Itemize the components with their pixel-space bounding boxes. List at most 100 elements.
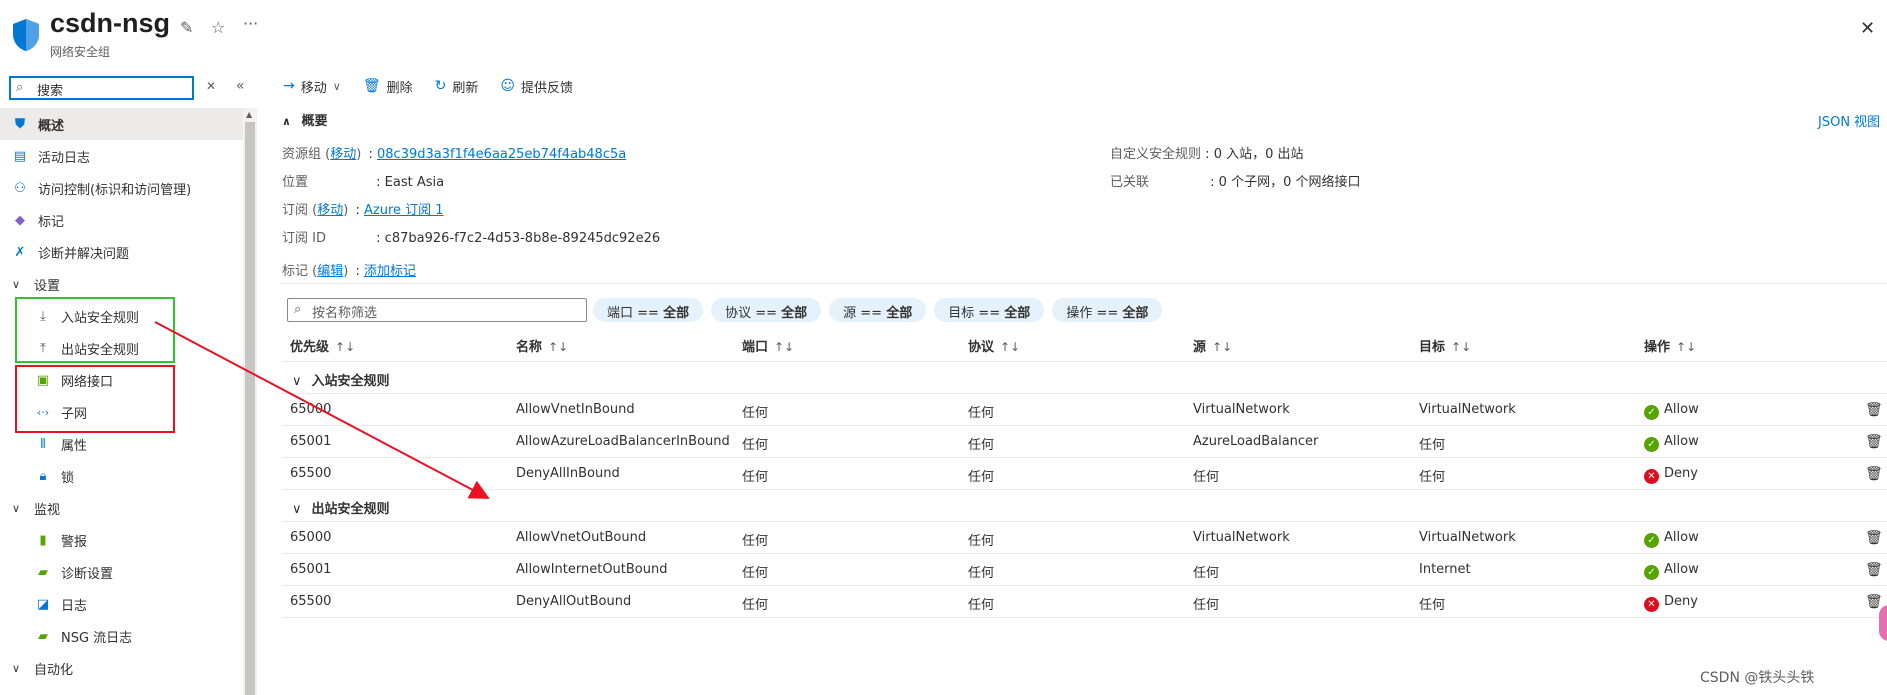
sub-move-link[interactable]: 移动 (317, 203, 343, 218)
table-row[interactable]: 65001 AllowAzureLoadBalancerInBound 任何 任… (282, 426, 1887, 458)
action-filter-pill[interactable]: 操作 == 全部 (1052, 298, 1163, 322)
port-filter-pill[interactable]: 端口 == 全部 (593, 298, 704, 322)
sidebar-item-label: 概述 (38, 118, 65, 134)
prop-key: 订阅 (282, 203, 309, 218)
trash-icon[interactable]: 🗑︎ (1865, 466, 1883, 482)
cell-port: 任何 (742, 598, 769, 613)
table-row[interactable]: 65500 DenyAllOutBound 任何 任何 任何 任何 ✕ Deny … (282, 586, 1887, 618)
destination-filter-pill[interactable]: 目标 == 全部 (934, 298, 1045, 322)
cell-protocol: 任何 (968, 406, 995, 421)
sidebar-item-alerts[interactable]: ▮ 警报 (0, 524, 243, 556)
cell-name: AllowVnetOutBound (516, 530, 647, 545)
sidebar-item-activity-log[interactable]: ▤ 活动日志 (0, 140, 243, 172)
watermark: CSDN @铁头头铁 (1700, 670, 1815, 686)
sidebar-item-diagnose[interactable]: ✗ 诊断并解决问题 (0, 236, 243, 268)
col-header-priority[interactable]: 优先级 ↑↓ (290, 336, 355, 355)
col-header-source[interactable]: 源 ↑↓ (1193, 336, 1232, 355)
prop-subscription: 订阅 (移动) : Azure 订阅 1 (282, 203, 444, 218)
trash-icon: 🗑︎ (362, 78, 381, 94)
subscription-link[interactable]: Azure 订阅 1 (364, 203, 444, 218)
sidebar-section-settings[interactable]: ∨ 设置 (0, 268, 243, 300)
source-filter-pill[interactable]: 源 == 全部 (829, 298, 927, 322)
floating-assistant-icon[interactable] (1879, 605, 1887, 641)
shield-icon: ⛊ (15, 116, 25, 132)
sidebar-section-monitoring[interactable]: ∨ 监视 (0, 492, 243, 524)
cell-port: 任何 (742, 470, 769, 485)
clear-icon[interactable]: ✕ (206, 79, 216, 93)
sidebar-item-locks[interactable]: 🔒︎ 锁 (0, 460, 243, 492)
sidebar-item-label: NSG 流日志 (61, 630, 133, 646)
sidebar-item-diagnostic-settings[interactable]: ▰ 诊断设置 (0, 556, 243, 588)
trash-icon[interactable]: 🗑︎ (1865, 562, 1883, 578)
move-button[interactable]: → 移动 ∨ (283, 77, 341, 96)
filter-placeholder: 按名称筛选 (312, 306, 378, 321)
protocol-filter-pill[interactable]: 协议 == 全部 (711, 298, 822, 322)
col-label: 优先级 (290, 340, 330, 355)
feedback-icon: ☺ (500, 78, 515, 94)
cell-action: ✓ Allow (1644, 530, 1699, 548)
people-icon: ⚇ (14, 180, 26, 196)
rg-move-link[interactable]: 移动 (330, 147, 356, 162)
prop-key: 标记 (282, 264, 309, 279)
pin-icon[interactable]: ✎ (180, 18, 193, 37)
sort-icon: ↑↓ (548, 340, 569, 354)
json-view-link[interactable]: JSON 视图 (1818, 111, 1880, 130)
tag-edit-link[interactable]: 编辑 (317, 264, 343, 279)
col-header-destination[interactable]: 目标 ↑↓ (1419, 336, 1471, 355)
rg-value-link[interactable]: 08c39d3a3f1f4e6aa25eb74f4ab48c5a (377, 147, 626, 162)
sidebar-scrollbar[interactable]: ▲ (243, 108, 257, 695)
check-circle-icon: ✓ (1644, 565, 1659, 580)
table-row[interactable]: 65000 AllowVnetOutBound 任何 任何 VirtualNet… (282, 522, 1887, 554)
more-icon[interactable]: ··· (243, 14, 258, 33)
add-tag-link[interactable]: 添加标记 (364, 264, 416, 279)
sidebar-item-overview[interactable]: ⛊ 概述 (0, 108, 243, 140)
sidebar-item-tags[interactable]: ◆ 标记 (0, 204, 243, 236)
sidebar-item-nsg-flow-logs[interactable]: ▰ NSG 流日志 (0, 620, 243, 652)
collapse-icon[interactable]: « (236, 78, 245, 94)
essentials-header[interactable]: ∧ 概要 (282, 110, 327, 129)
scroll-up-icon[interactable]: ▲ (246, 110, 252, 119)
col-header-port[interactable]: 端口 ↑↓ (742, 336, 794, 355)
sidebar-item-logs[interactable]: ◪ 日志 (0, 588, 243, 620)
sidebar-item-label: 诊断设置 (61, 566, 114, 582)
scroll-thumb[interactable] (245, 122, 255, 695)
close-icon[interactable]: ✕ (1860, 18, 1875, 39)
prop-tags: 标记 (编辑) : 添加标记 (282, 264, 417, 279)
name-filter-input[interactable]: ⌕ 按名称筛选 (287, 298, 587, 322)
essentials-title: 概要 (301, 114, 328, 129)
sidebar-item-iam[interactable]: ⚇ 访问控制(标识和访问管理) (0, 172, 243, 204)
col-header-name[interactable]: 名称 ↑↓ (516, 336, 568, 355)
col-label: 源 (1193, 340, 1207, 355)
search-icon: ⌕ (294, 302, 302, 317)
pill-value: 全部 (1004, 306, 1031, 321)
col-header-action[interactable]: 操作 ↑↓ (1644, 336, 1696, 355)
trash-icon[interactable]: 🗑︎ (1865, 594, 1883, 610)
table-row[interactable]: 65000 AllowVnetInBound 任何 任何 VirtualNetw… (282, 394, 1887, 426)
group-header-outbound[interactable]: ∨ 出站安全规则 (282, 490, 1887, 522)
group-label: 出站安全规则 (311, 502, 390, 517)
feedback-button[interactable]: ☺ 提供反馈 (500, 77, 573, 96)
col-header-protocol[interactable]: 协议 ↑↓ (968, 336, 1020, 355)
trash-icon[interactable]: 🗑︎ (1865, 434, 1883, 450)
filter-bar: ⌕ 按名称筛选 端口 == 全部 协议 == 全部 源 == 全部 目标 == … (287, 298, 1170, 322)
trash-icon[interactable]: 🗑︎ (1865, 530, 1883, 546)
delete-button[interactable]: 🗑︎ 删除 (363, 77, 413, 96)
divider (280, 283, 1887, 284)
shield-icon (13, 19, 39, 51)
sidebar-item-label: 警报 (61, 534, 88, 550)
table-row[interactable]: 65500 DenyAllInBound 任何 任何 任何 任何 ✕ Deny 🗑… (282, 458, 1887, 490)
trash-icon[interactable]: 🗑︎ (1865, 402, 1883, 418)
sidebar-section-automation[interactable]: ∨ 自动化 (0, 652, 243, 684)
sidebar-search-input[interactable]: ⌕ 搜索 (9, 76, 194, 100)
star-icon[interactable]: ☆ (211, 18, 225, 37)
prop-key: 已关联 (1110, 175, 1150, 190)
cell-source: 任何 (1193, 470, 1220, 485)
table-row[interactable]: 65001 AllowInternetOutBound 任何 任何 任何 Int… (282, 554, 1887, 586)
group-header-inbound[interactable]: ∨ 入站安全规则 (282, 362, 1887, 394)
cell-destination: 任何 (1419, 438, 1446, 453)
cell-source: 任何 (1193, 598, 1220, 613)
refresh-button[interactable]: ↻ 刷新 (435, 77, 479, 96)
col-label: 目标 (1419, 340, 1446, 355)
col-label: 端口 (742, 340, 769, 355)
check-circle-icon: ✓ (1644, 405, 1659, 420)
